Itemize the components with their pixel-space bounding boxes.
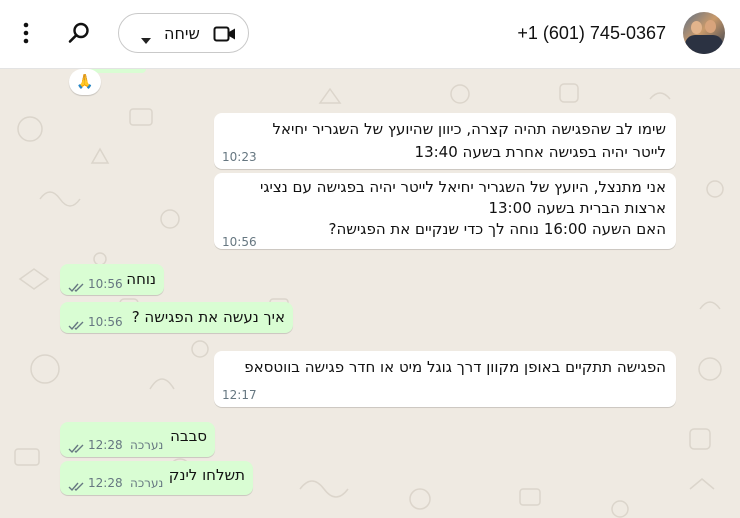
incoming-message[interactable]: שימו לב שהפגישה תהיה קצרה, כיוון שהיועץ … xyxy=(214,113,676,169)
contact-phone-number[interactable]: +1 (601) 745-0367 xyxy=(460,20,666,46)
message-text: תשלחו לינק xyxy=(168,466,245,484)
outgoing-message[interactable]: סבבה נערכה 12:28 xyxy=(60,422,215,457)
chat-header: +1 (601) 745-0367 שיחה xyxy=(0,0,740,69)
message-text: אני מתנצל, היועץ של השגריר יחיאל לייטר י… xyxy=(259,178,666,238)
double-check-icon xyxy=(68,316,85,335)
double-check-icon xyxy=(68,278,85,297)
message-reaction[interactable]: 🙏 xyxy=(69,69,101,95)
message-timestamp: 12:28 xyxy=(88,438,123,452)
message-timestamp: 10:23 xyxy=(222,150,257,164)
double-check-icon xyxy=(68,439,85,458)
double-check-icon xyxy=(68,477,85,496)
outgoing-message[interactable]: תשלחו לינק נערכה 12:28 xyxy=(60,461,253,495)
chat-area[interactable]: 🙏 שימו לב שהפגישה תהיה קצרה, כיוון שהיוע… xyxy=(0,69,740,518)
call-button[interactable]: שיחה xyxy=(118,13,249,53)
message-timestamp: 12:17 xyxy=(222,388,257,402)
incoming-message[interactable]: הפגישה תתקיים באופן מקוון דרך גוגל מיט א… xyxy=(214,351,676,407)
message-timestamp: 10:56 xyxy=(222,235,257,249)
message-text: איך נעשה את הפגישה ? xyxy=(131,308,285,326)
incoming-message[interactable]: אני מתנצל, היועץ של השגריר יחיאל לייטר י… xyxy=(214,173,676,249)
video-camera-icon xyxy=(213,26,237,46)
call-button-label: שיחה xyxy=(164,24,200,43)
search-icon[interactable] xyxy=(68,22,90,48)
avatar-clothing xyxy=(685,35,723,54)
outgoing-message[interactable]: איך נעשה את הפגישה ? 10:56 xyxy=(60,302,293,333)
avatar-person-right xyxy=(705,20,716,33)
message-text: שימו לב שהפגישה תהיה קצרה, כיוון שהיועץ … xyxy=(272,120,666,161)
message-timestamp: 12:28 xyxy=(88,476,123,490)
outgoing-message[interactable]: נוחה 10:56 xyxy=(60,264,164,295)
more-vertical-icon[interactable] xyxy=(22,22,30,48)
edited-label: נערכה xyxy=(130,438,164,452)
message-timestamp: 10:56 xyxy=(88,277,123,291)
avatar-person-left xyxy=(691,21,702,34)
message-text: הפגישה תתקיים באופן מקוון דרך גוגל מיט א… xyxy=(244,358,666,376)
edited-label: נערכה xyxy=(130,476,164,490)
chevron-down-icon xyxy=(141,29,151,48)
contact-avatar[interactable] xyxy=(683,12,725,54)
message-timestamp: 10:56 xyxy=(88,315,123,329)
